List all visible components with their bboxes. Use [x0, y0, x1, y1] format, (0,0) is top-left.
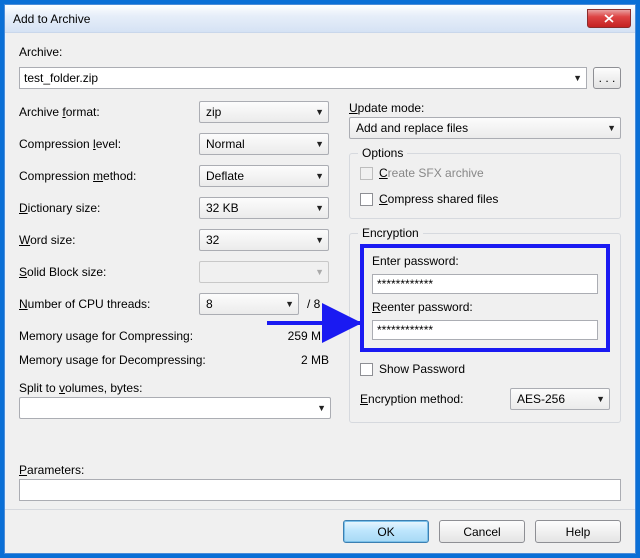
chevron-down-icon: ▼	[315, 139, 324, 149]
titlebar: Add to Archive	[5, 5, 635, 33]
word-size-select[interactable]: 32▼	[199, 229, 329, 251]
cpu-threads-select[interactable]: 8▼	[199, 293, 299, 315]
archive-format-select[interactable]: zip▼	[199, 101, 329, 123]
checkbox-icon	[360, 167, 373, 180]
mem-decompress-label: Memory usage for Decompressing:	[19, 353, 259, 367]
encryption-method-select[interactable]: AES-256▼	[510, 388, 610, 410]
word-size-label: Word size:	[19, 233, 199, 247]
chevron-down-icon: ▼	[315, 107, 324, 117]
chevron-down-icon: ▼	[285, 299, 294, 309]
enter-password-input[interactable]: ************	[372, 274, 598, 294]
options-group: Options Create SFX archive Compress shar…	[349, 153, 621, 219]
dialog-window: Add to Archive Archive: test_folder.zip …	[4, 4, 636, 554]
chevron-down-icon: ▼	[315, 267, 324, 277]
chevron-down-icon: ▼	[596, 394, 605, 404]
sfx-checkbox: Create SFX archive	[360, 164, 610, 182]
compression-method-label: Compression method:	[19, 169, 199, 183]
chevron-down-icon: ▼	[315, 203, 324, 213]
chevron-down-icon: ▼	[317, 403, 326, 413]
mem-compress-value: 259 MB	[259, 329, 329, 343]
chevron-down-icon: ▼	[573, 73, 582, 83]
close-icon	[604, 14, 614, 23]
left-column: Archive format: zip▼ Compression level: …	[19, 101, 331, 455]
mem-decompress-value: 2 MB	[259, 353, 329, 367]
compress-shared-checkbox[interactable]: Compress shared files	[360, 190, 610, 208]
encryption-group-title: Encryption	[358, 226, 423, 240]
encryption-method-label: Encryption method:	[360, 392, 504, 406]
mem-compress-label: Memory usage for Compressing:	[19, 329, 259, 343]
enter-password-label: Enter password:	[372, 254, 598, 268]
encryption-highlight: Enter password: ************ Reenter pas…	[360, 244, 610, 352]
reenter-password-label: Reenter password:	[372, 300, 598, 314]
cpu-threads-label: Number of CPU threads:	[19, 297, 199, 311]
browse-button[interactable]: . . .	[593, 67, 621, 89]
dictionary-size-label: Dictionary size:	[19, 201, 199, 215]
show-password-checkbox[interactable]: Show Password	[360, 360, 610, 378]
solid-block-size-select: ▼	[199, 261, 329, 283]
ok-button[interactable]: OK	[343, 520, 429, 543]
encryption-group: Encryption Enter password: ************ …	[349, 233, 621, 423]
window-title: Add to Archive	[13, 12, 587, 26]
dictionary-size-select[interactable]: 32 KB▼	[199, 197, 329, 219]
options-group-title: Options	[358, 146, 407, 160]
checkbox-icon	[360, 363, 373, 376]
archive-path-value: test_folder.zip	[24, 71, 98, 85]
compression-level-label: Compression level:	[19, 137, 199, 151]
split-volumes-label: Split to volumes, bytes:	[19, 381, 331, 395]
chevron-down-icon: ▼	[315, 171, 324, 181]
chevron-down-icon: ▼	[607, 123, 616, 133]
cpu-total-label: / 8	[307, 297, 320, 311]
chevron-down-icon: ▼	[315, 235, 324, 245]
update-mode-select[interactable]: Add and replace files▼	[349, 117, 621, 139]
parameters-input[interactable]	[19, 479, 621, 501]
parameters-label: Parameters:	[19, 463, 621, 477]
solid-block-size-label: Solid Block size:	[19, 265, 199, 279]
split-volumes-select[interactable]: ▼	[19, 397, 331, 419]
reenter-password-input[interactable]: ************	[372, 320, 598, 340]
archive-label: Archive:	[19, 45, 621, 59]
dialog-footer: OK Cancel Help	[5, 509, 635, 553]
close-button[interactable]	[587, 9, 631, 28]
archive-format-label: Archive format:	[19, 105, 199, 119]
update-mode-label: Update mode:	[349, 101, 621, 115]
compression-level-select[interactable]: Normal▼	[199, 133, 329, 155]
cancel-button[interactable]: Cancel	[439, 520, 525, 543]
right-column: Update mode: Add and replace files▼ Opti…	[349, 101, 621, 455]
archive-path-input[interactable]: test_folder.zip ▼	[19, 67, 587, 89]
help-button[interactable]: Help	[535, 520, 621, 543]
compression-method-select[interactable]: Deflate▼	[199, 165, 329, 187]
checkbox-icon	[360, 193, 373, 206]
